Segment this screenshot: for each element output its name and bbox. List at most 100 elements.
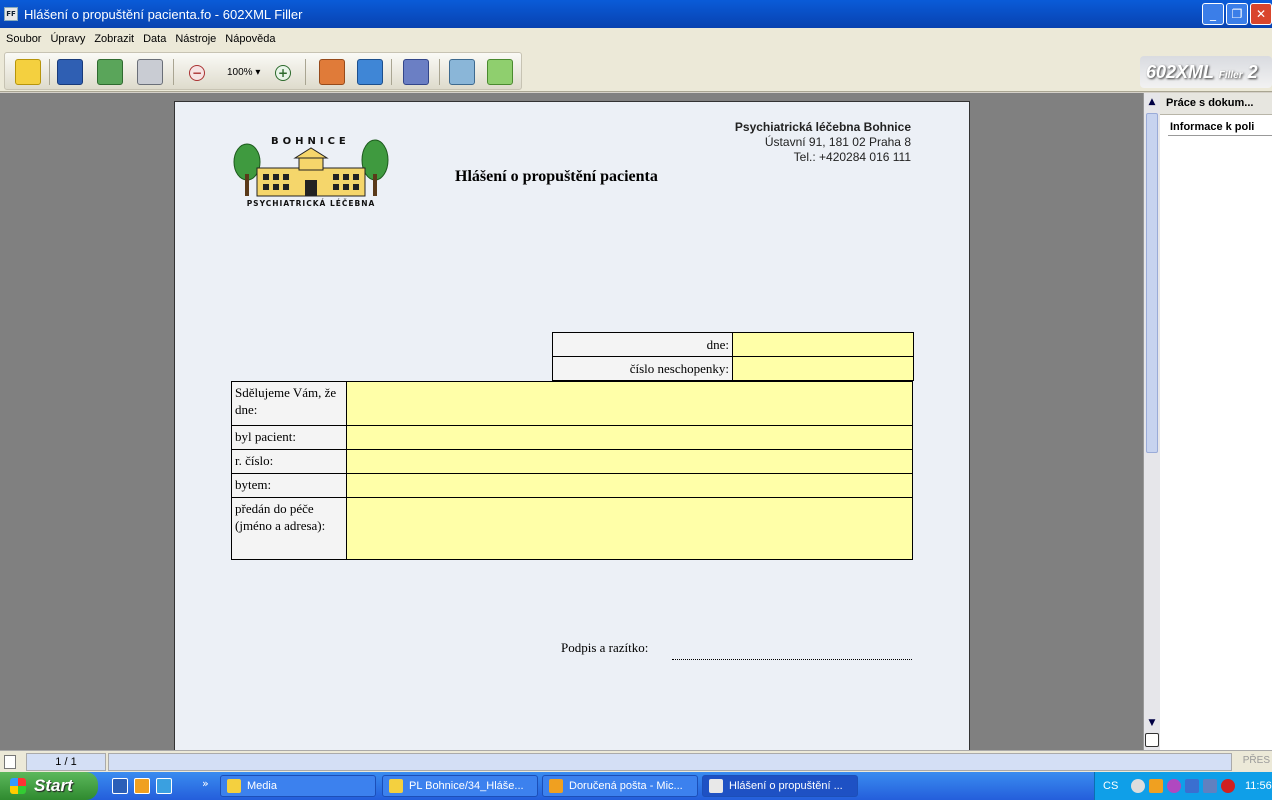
window-controls: _ ❐ ✕ (1202, 3, 1272, 25)
table-row: bytem: (231, 473, 913, 498)
start-button[interactable]: Start (0, 772, 98, 800)
validate-check-icon[interactable] (487, 59, 513, 85)
outlook-icon[interactable] (134, 778, 150, 794)
save-icon[interactable] (57, 59, 83, 85)
sick-note-number-field[interactable] (732, 356, 914, 381)
close-button[interactable]: ✕ (1250, 3, 1272, 25)
export-data-icon[interactable] (357, 59, 383, 85)
overwrite-mode-indicator: PŘES (1242, 755, 1270, 766)
document-icon (4, 755, 16, 769)
toolbar: − 100% ▾ + 602XML Filler 2 602 (0, 50, 1272, 117)
zoom-in-icon[interactable]: + (275, 65, 291, 81)
field-info-title: Informace k poli (1170, 121, 1255, 133)
org-name: Psychiatrická léčebna Bohnice (734, 120, 911, 134)
vertical-scrollbar[interactable]: ▲ ▼ (1143, 93, 1160, 750)
form-page: BOHNICE PSYCHIATRICKÁ LÉČEBNA Psychiatri… (174, 101, 970, 761)
menu-soubor[interactable]: Soubor (6, 33, 41, 45)
title-bar: FF Hlášení o propuštění pacienta.fo - 60… (0, 0, 1272, 28)
scroll-down-icon[interactable]: ▼ (1145, 716, 1159, 730)
language-indicator[interactable]: CS (1103, 780, 1118, 792)
bohnice-logo: BOHNICE PSYCHIATRICKÁ LÉČEBNA (233, 136, 389, 208)
toolbar-separator (173, 59, 174, 85)
export-pdf-icon[interactable] (97, 59, 123, 85)
brand-text: 602XML (1146, 62, 1214, 82)
taskbar-button-inbox[interactable]: Doručená pošta - Mic... (542, 775, 698, 797)
zoom-out-icon[interactable]: − (189, 65, 205, 81)
taskbar-button-label: Media (247, 780, 277, 792)
quicklaunch-more-icon[interactable]: » (202, 777, 209, 790)
toolbar-separator (439, 59, 440, 85)
org-phone: Tel.: +420284 016 111 (793, 150, 911, 164)
scroll-up-icon[interactable]: ▲ (1145, 95, 1159, 109)
side-panel: Práce s dokum... Informace k poli (1160, 93, 1272, 750)
table-row: byl pacient: (231, 425, 913, 450)
patient-label: byl pacient: (231, 425, 347, 450)
taskbar-button-media[interactable]: Media (220, 775, 376, 797)
outlook-icon (549, 779, 563, 793)
security-icon[interactable] (1221, 779, 1235, 793)
date-fields-table: dne: číslo neschopenky: (552, 332, 914, 381)
status-bar: 1 / 1 PŘES (0, 750, 1272, 772)
calculator-icon[interactable] (449, 59, 475, 85)
panel-toggle-icon[interactable] (1145, 733, 1159, 747)
chevron-down-icon: ▾ (255, 67, 261, 78)
import-data-icon[interactable] (319, 59, 345, 85)
scroll-thumb[interactable] (1146, 113, 1158, 453)
form-title: Hlášení o propuštění pacienta (455, 168, 658, 185)
network-icon[interactable] (1185, 779, 1199, 793)
toolbar-separator (391, 59, 392, 85)
residence-label: bytem: (231, 473, 347, 498)
save-data-icon[interactable] (403, 59, 429, 85)
handed-over-label: předán do péče (jméno a adresa): (231, 497, 347, 560)
outlook-tray-icon[interactable] (1149, 779, 1163, 793)
zoom-level: 100% (227, 67, 253, 78)
app-icon[interactable]: FF (4, 7, 18, 21)
windows-logo-icon (10, 778, 26, 794)
date-field[interactable] (732, 332, 914, 357)
taskbar-button-label: PL Bohnice/34_Hláše... (409, 780, 524, 792)
patient-field[interactable] (346, 425, 913, 450)
browser-icon[interactable] (156, 778, 172, 794)
taskbar-button-label: Doručená pošta - Mic... (569, 780, 683, 792)
table-row: r. číslo: (231, 449, 913, 474)
window-title: Hlášení o propuštění pacienta.fo - 602XM… (24, 6, 303, 22)
back-arrow-icon[interactable] (1131, 779, 1145, 793)
toolbar-separator (305, 59, 306, 85)
restore-button[interactable]: ❐ (1226, 3, 1248, 25)
side-panel-header[interactable]: Práce s dokum... (1160, 93, 1272, 115)
sick-note-number-label: číslo neschopenky: (552, 356, 733, 381)
signature-line[interactable] (672, 659, 912, 660)
taskbar-button-bohnice-folder[interactable]: PL Bohnice/34_Hláše... (382, 775, 538, 797)
birth-number-label: r. číslo: (231, 449, 347, 474)
table-row: Sdělujeme Vám, že dne: (231, 381, 913, 426)
p-tray-icon[interactable] (1167, 779, 1181, 793)
menu-zobrazit[interactable]: Zobrazit (94, 33, 134, 45)
birth-number-field[interactable] (346, 449, 913, 474)
residence-field[interactable] (346, 473, 913, 498)
start-label: Start (34, 776, 73, 795)
organization-info: Psychiatrická léčebna Bohnice Ústavní 91… (735, 120, 911, 165)
release-date-field[interactable] (346, 381, 913, 426)
menu-data[interactable]: Data (143, 33, 166, 45)
menu-napoveda[interactable]: Nápověda (225, 33, 275, 45)
taskbar-button-filler[interactable]: Hlášení o propuštění ... (702, 775, 858, 797)
word-icon[interactable] (112, 778, 128, 794)
menu-upravy[interactable]: Úpravy (50, 33, 85, 45)
speaker-icon[interactable] (1203, 779, 1217, 793)
brand-num: 2 (1247, 62, 1258, 82)
open-folder-icon[interactable] (15, 59, 41, 85)
handed-over-field[interactable] (346, 497, 913, 560)
status-message-area (108, 753, 1232, 771)
document-area: BOHNICE PSYCHIATRICKÁ LÉČEBNA Psychiatri… (0, 93, 1143, 761)
table-row: číslo neschopenky: (552, 356, 914, 381)
menu-bar: Soubor Úpravy Zobrazit Data Nástroje Náp… (0, 28, 1272, 50)
zoom-select[interactable]: 100% ▾ (227, 67, 260, 78)
print-icon[interactable] (137, 59, 163, 85)
logo-top-text: BOHNICE (271, 136, 350, 147)
clock: 11:56 (1245, 780, 1272, 792)
minimize-button[interactable]: _ (1202, 3, 1224, 25)
table-row: dne: (552, 332, 914, 357)
filler-app-icon (709, 779, 723, 793)
org-address: Ústavní 91, 181 02 Praha 8 (764, 135, 911, 149)
menu-nastroje[interactable]: Nástroje (175, 33, 216, 45)
